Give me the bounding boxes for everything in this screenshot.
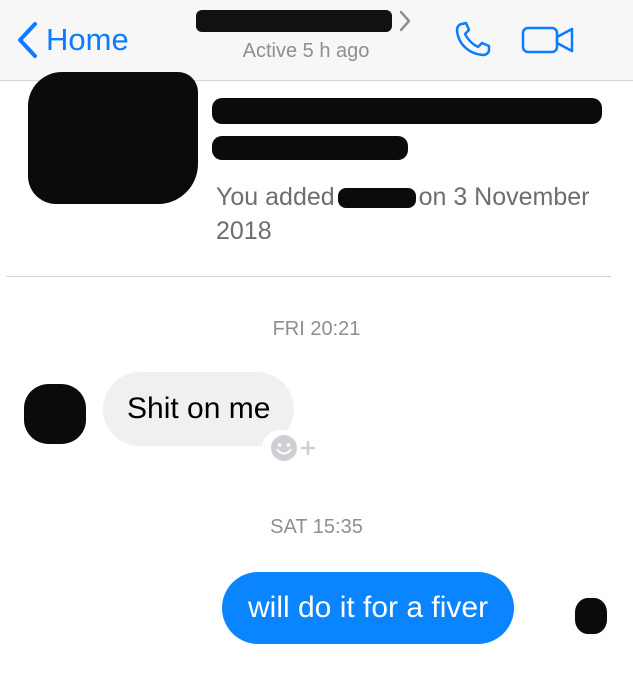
timestamp: FRI 20:21 (272, 318, 361, 340)
chevron-right-icon[interactable] (398, 8, 412, 34)
navigation-bar: Home Active 5 h ago (0, 0, 633, 81)
incoming-message-text: Shit on me (127, 392, 271, 425)
phone-icon[interactable] (452, 18, 496, 60)
chevron-left-icon (18, 22, 37, 58)
read-receipt-avatar-redaction (575, 598, 607, 634)
add-reaction-icon (271, 435, 316, 461)
added-prefix: You added (216, 183, 335, 211)
profile-picture-redaction (28, 72, 198, 204)
divider (6, 276, 611, 277)
added-name-redaction (337, 188, 416, 209)
back-button[interactable]: Home (16, 18, 129, 62)
name-redaction-line-1 (212, 98, 602, 124)
outgoing-message-text: will do it for a fiver (248, 591, 489, 624)
outgoing-message-bubble[interactable]: will do it for a fiver (222, 572, 515, 644)
video-camera-icon[interactable] (520, 24, 576, 56)
active-status: Active 5 h ago (242, 40, 370, 62)
add-reaction-button[interactable] (262, 430, 326, 466)
name-redaction-line-2 (212, 136, 408, 160)
sender-avatar-redaction (24, 384, 86, 444)
timestamp: SAT 15:35 (270, 516, 363, 538)
added-to-group-note: You added on 3 November 2018 (216, 180, 596, 248)
back-label: Home (46, 22, 129, 57)
contact-name-redaction[interactable] (196, 10, 392, 32)
